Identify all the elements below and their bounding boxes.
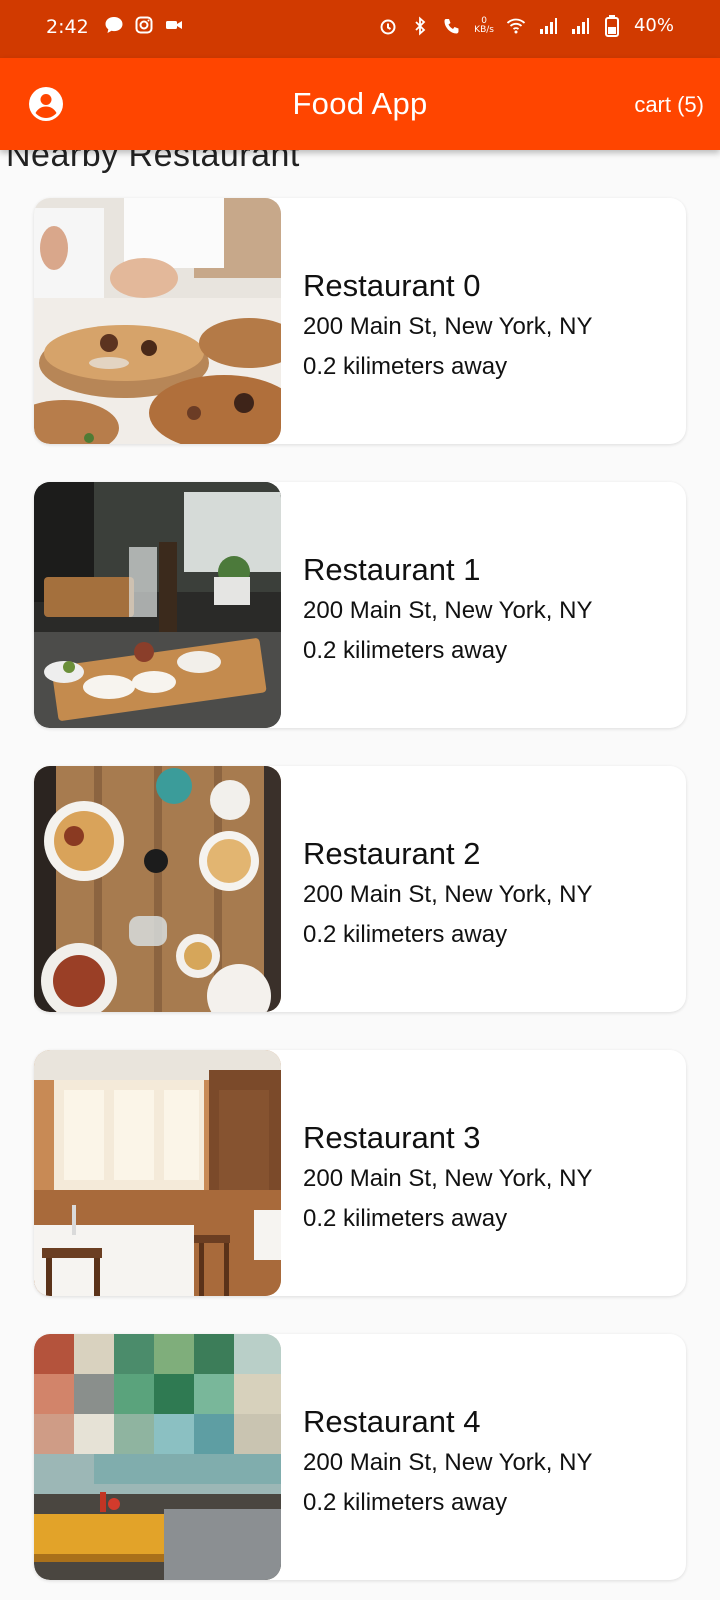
wifi-icon xyxy=(506,16,526,36)
instagram-icon xyxy=(134,15,154,35)
restaurant-distance: 0.2 kilimeters away xyxy=(303,1489,508,1516)
chat-icon xyxy=(104,15,124,35)
restaurant-card[interactable]: Restaurant 1 200 Main St, New York, NY 0… xyxy=(34,482,686,728)
restaurant-distance: 0.2 kilimeters away xyxy=(303,637,508,664)
restaurant-card[interactable]: Restaurant 4 200 Main St, New York, NY 0… xyxy=(34,1334,686,1580)
restaurant-card[interactable]: Restaurant 3 200 Main St, New York, NY 0… xyxy=(34,1050,686,1296)
restaurant-name: Restaurant 2 xyxy=(303,836,481,871)
restaurant-info: Restaurant 2 200 Main St, New York, NY 0… xyxy=(303,836,592,949)
status-time: 2:42 xyxy=(46,16,89,38)
restaurant-image xyxy=(34,198,281,444)
restaurant-name: Restaurant 1 xyxy=(303,552,481,587)
restaurant-info: Restaurant 3 200 Main St, New York, NY 0… xyxy=(303,1120,592,1233)
battery-icon xyxy=(602,14,622,37)
restaurant-info: Restaurant 4 200 Main St, New York, NY 0… xyxy=(303,1404,592,1517)
restaurant-image xyxy=(34,766,281,1012)
app-bar: Food App cart (5) xyxy=(0,58,720,150)
battery-percentage: 40% xyxy=(633,15,674,36)
call-icon xyxy=(442,16,462,36)
restaurant-distance: 0.2 kilimeters away xyxy=(303,921,508,948)
cart-button[interactable]: cart (5) xyxy=(634,92,704,118)
restaurant-card[interactable]: Restaurant 0 200 Main St, New York, NY 0… xyxy=(34,198,686,444)
restaurant-address: 200 Main St, New York, NY xyxy=(303,1165,593,1192)
restaurant-card[interactable]: Restaurant 2 200 Main St, New York, NY 0… xyxy=(34,766,686,1012)
restaurant-image xyxy=(34,482,281,728)
alarm-icon xyxy=(378,16,398,36)
restaurant-image xyxy=(34,1334,281,1580)
video-icon xyxy=(164,15,184,35)
restaurant-info: Restaurant 1 200 Main St, New York, NY 0… xyxy=(303,552,592,665)
status-notification-icons xyxy=(104,15,184,35)
restaurant-address: 200 Main St, New York, NY xyxy=(303,881,593,908)
restaurant-address: 200 Main St, New York, NY xyxy=(303,597,593,624)
restaurant-name: Restaurant 3 xyxy=(303,1120,481,1155)
restaurant-name: Restaurant 4 xyxy=(303,1404,481,1439)
restaurant-address: 200 Main St, New York, NY xyxy=(303,313,593,340)
restaurant-name: Restaurant 0 xyxy=(303,268,481,303)
signal-icon xyxy=(538,16,558,36)
restaurant-info: Restaurant 0 200 Main St, New York, NY 0… xyxy=(303,268,592,381)
bluetooth-icon xyxy=(410,16,430,36)
status-system-icons: 0 KB/s 40% xyxy=(378,14,674,37)
data-speed: 0 KB/s xyxy=(474,15,494,35)
app-title: Food App xyxy=(292,86,428,121)
signal-icon-2 xyxy=(570,16,590,36)
restaurant-distance: 0.2 kilimeters away xyxy=(303,353,508,380)
restaurant-image xyxy=(34,1050,281,1296)
restaurant-distance: 0.2 kilimeters away xyxy=(303,1205,508,1232)
status-bar: 2:42 0 KB/s 40% xyxy=(0,0,720,58)
restaurant-address: 200 Main St, New York, NY xyxy=(303,1449,593,1476)
